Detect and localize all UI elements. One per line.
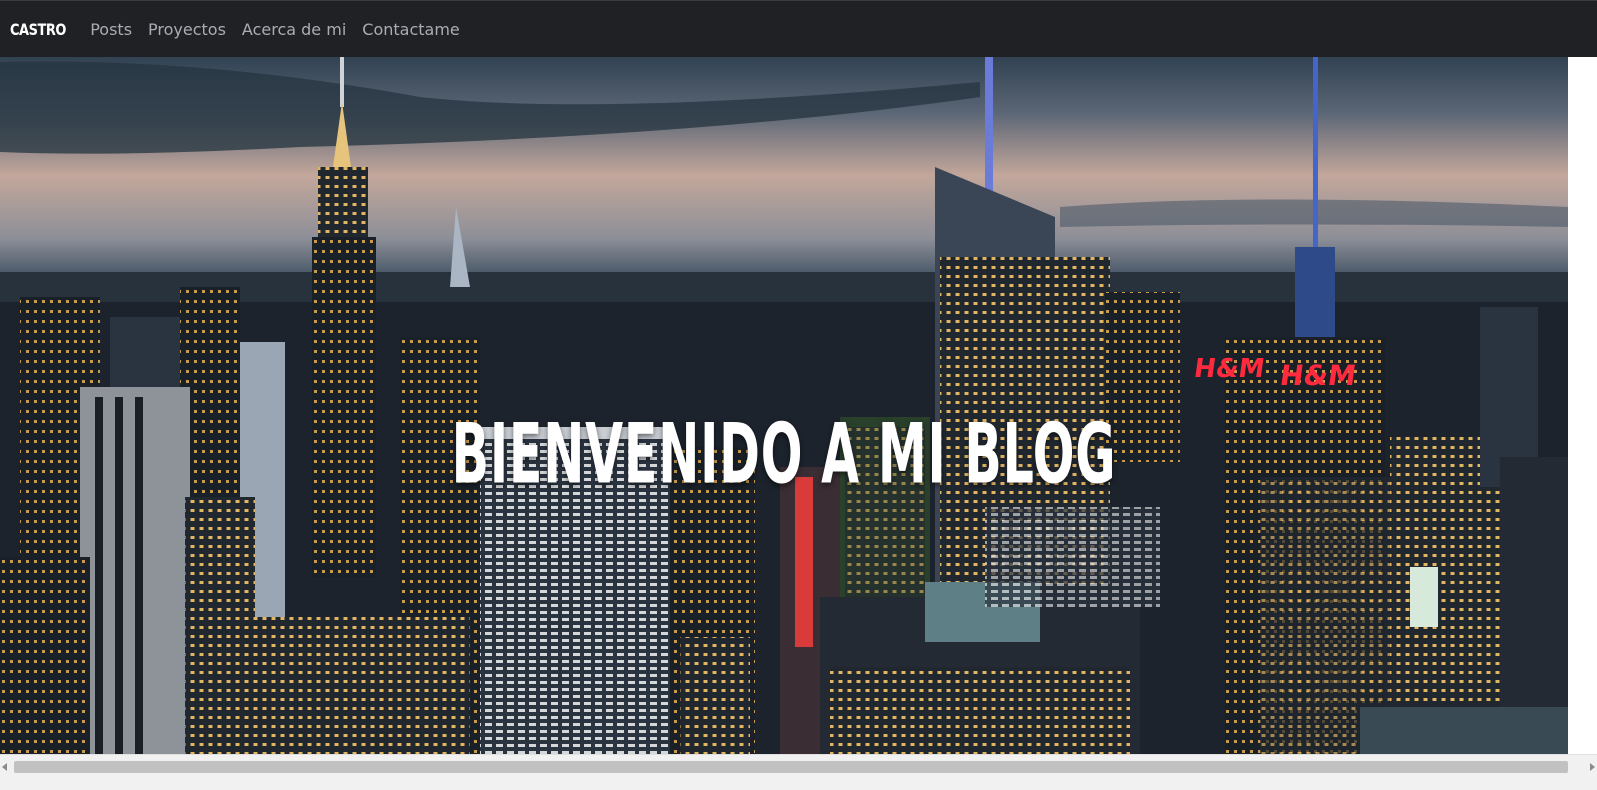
horizontal-scrollbar[interactable] bbox=[0, 754, 1597, 790]
hero-title: BIENVENIDO A MI BLOG bbox=[451, 405, 1117, 503]
hm-sign-right: H&M bbox=[1278, 359, 1358, 392]
nav-link-posts[interactable]: Posts bbox=[90, 20, 132, 39]
hm-sign-left: H&M bbox=[1192, 354, 1266, 384]
horizontal-scrollbar-thumb[interactable] bbox=[14, 761, 1568, 773]
scroll-right-arrow-icon[interactable] bbox=[1590, 763, 1595, 771]
brand-logo[interactable]: CASTRO bbox=[10, 20, 66, 39]
nav-link-proyectos[interactable]: Proyectos bbox=[148, 20, 226, 39]
nav-link-acerca[interactable]: Acerca de mi bbox=[242, 20, 346, 39]
nav-links: Posts Proyectos Acerca de mi Contactame bbox=[90, 20, 476, 39]
scroll-left-arrow-icon[interactable] bbox=[2, 763, 7, 771]
hero-banner: H&M H&M BIENVENIDO A MI BLOG bbox=[0, 57, 1568, 754]
nav-link-contactame[interactable]: Contactame bbox=[362, 20, 459, 39]
vertical-scrollbar-track[interactable] bbox=[1568, 57, 1597, 754]
navbar: CASTRO Posts Proyectos Acerca de mi Cont… bbox=[0, 0, 1597, 57]
